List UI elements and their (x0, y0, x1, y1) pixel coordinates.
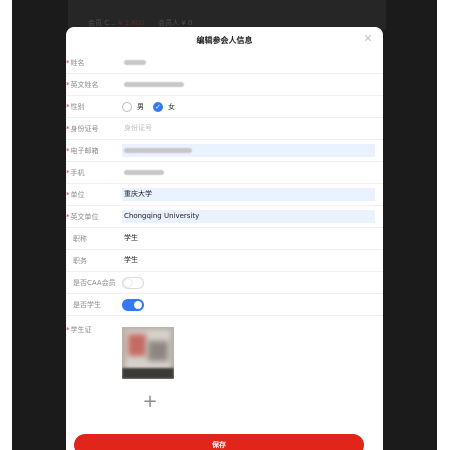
phone-row: *手机 (66, 162, 383, 184)
job-title-row: 职称 学生 (66, 228, 383, 250)
email-row: *电子邮箱 (66, 140, 383, 162)
phone-field[interactable] (122, 166, 375, 179)
position-label: 职务 (73, 257, 87, 265)
student-card-label: *学生证 (66, 326, 92, 334)
redacted-name (124, 59, 146, 65)
unit-label: *单位 (66, 191, 85, 199)
phone-label: *手机 (66, 169, 85, 177)
english-name-label: *英文姓名 (66, 81, 99, 89)
english-name-field[interactable] (122, 78, 375, 91)
position-row: 职务 学生 (66, 250, 383, 272)
caa-member-toggle[interactable] (122, 277, 144, 289)
background-text-left: 会员 C... (88, 19, 116, 27)
position-field[interactable]: 学生 (122, 254, 375, 267)
close-icon[interactable]: ✕ (362, 33, 374, 45)
gender-male-radio[interactable] (122, 102, 132, 112)
redacted-phone (124, 169, 164, 175)
english-unit-field[interactable]: Chongqing University (122, 210, 375, 223)
background-header: 会员 C... ¥ 1,600 会员人 ¥ 0 (68, 0, 386, 30)
student-card-photo[interactable] (122, 327, 174, 379)
is-student-row: 是否学生 (66, 294, 383, 316)
english-unit-label: *英文单位 (66, 213, 99, 221)
caa-member-row: 是否CAA会员 (66, 272, 383, 294)
id-number-input[interactable]: 身份证号 (122, 122, 375, 135)
id-number-label: *身份证号 (66, 125, 99, 133)
name-label: *姓名 (66, 59, 85, 67)
background-text-right: 会员人 ¥ 0 (158, 19, 193, 27)
unit-field[interactable]: 重庆大学 (122, 188, 375, 201)
english-unit-row: *英文单位 Chongqing University (66, 206, 383, 228)
photo-blur-stamp (128, 334, 146, 356)
redacted-email (124, 147, 192, 153)
job-title-label: 职称 (73, 235, 87, 243)
gender-female-label: 女 (168, 103, 175, 111)
photo-blur-edge (122, 368, 174, 379)
gender-row: *性别 男 ✓ 女 (66, 96, 383, 118)
is-student-toggle[interactable] (122, 299, 144, 311)
gender-radio-group: 男 ✓ 女 (122, 99, 184, 115)
edit-attendee-dialog: 编辑参会人信息 ✕ *姓名 *英文姓名 *性别 男 ✓ 女 *身份证号 身份证号… (66, 27, 383, 450)
gender-female-radio[interactable]: ✓ (153, 102, 163, 112)
english-name-row: *英文姓名 (66, 74, 383, 96)
gender-label: *性别 (66, 103, 85, 111)
id-number-row: *身份证号 身份证号 (66, 118, 383, 140)
caa-member-label: 是否CAA会员 (73, 279, 116, 287)
toggle-knob (124, 279, 132, 287)
is-student-label: 是否学生 (73, 301, 101, 309)
unit-row: *单位 重庆大学 (66, 184, 383, 206)
email-field[interactable] (122, 144, 375, 157)
add-photo-plus-icon[interactable]: + (142, 393, 158, 411)
redacted-english-name (124, 81, 184, 87)
photo-blur-portrait (148, 341, 168, 361)
dialog-title: 编辑参会人信息 (196, 36, 253, 45)
save-button[interactable]: 保存 (74, 434, 364, 450)
toggle-knob (134, 301, 142, 309)
email-label: *电子邮箱 (66, 147, 99, 155)
name-field[interactable] (122, 56, 375, 69)
job-title-field[interactable]: 学生 (122, 232, 375, 245)
gender-male-label: 男 (137, 103, 144, 111)
name-row: *姓名 (66, 52, 383, 74)
background-text-amount: ¥ 1,600 (118, 19, 145, 27)
